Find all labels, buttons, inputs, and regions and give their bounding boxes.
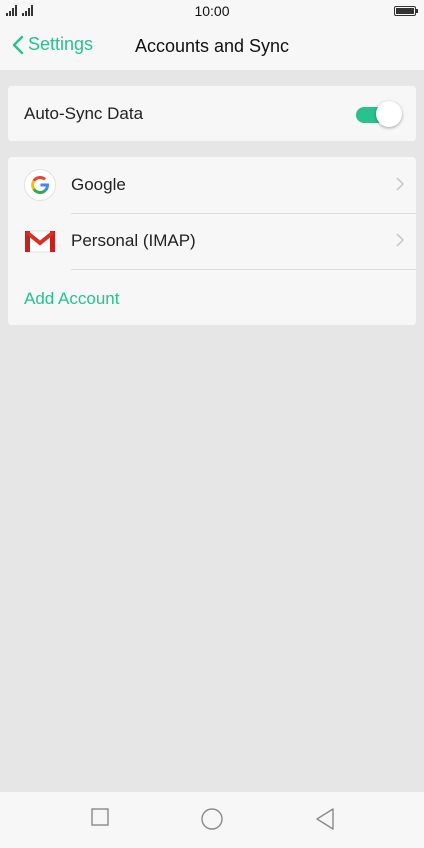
recent-apps-icon[interactable] [91, 808, 109, 826]
accounts-card: Google Personal (IMAP) Add Account [8, 157, 416, 325]
page-title: Accounts and Sync [134, 36, 290, 56]
add-account-button[interactable]: Add Account [24, 289, 119, 309]
status-clock: 10:00 [194, 3, 230, 19]
account-item-personal-imap[interactable]: Personal (IMAP) [8, 213, 416, 269]
account-name: Google [71, 175, 126, 194]
account-item-google[interactable]: Google [8, 157, 416, 213]
status-bar: 10:00 [0, 0, 424, 22]
auto-sync-label: Auto-Sync Data [24, 104, 144, 123]
google-icon [24, 169, 56, 201]
battery-icon [394, 6, 418, 16]
chevron-right-icon [396, 177, 404, 191]
divider [71, 269, 416, 270]
account-name: Personal (IMAP) [71, 231, 196, 250]
toggle-knob [376, 101, 402, 127]
auto-sync-toggle[interactable] [356, 101, 402, 127]
auto-sync-card: Auto-Sync Data [8, 86, 416, 141]
gmail-icon [24, 225, 56, 257]
chevron-right-icon [396, 233, 404, 247]
navigation-bar [0, 792, 424, 848]
back-triangle-icon[interactable] [315, 808, 335, 830]
app-header: Settings Accounts and Sync [0, 22, 424, 70]
home-icon[interactable] [201, 808, 223, 830]
